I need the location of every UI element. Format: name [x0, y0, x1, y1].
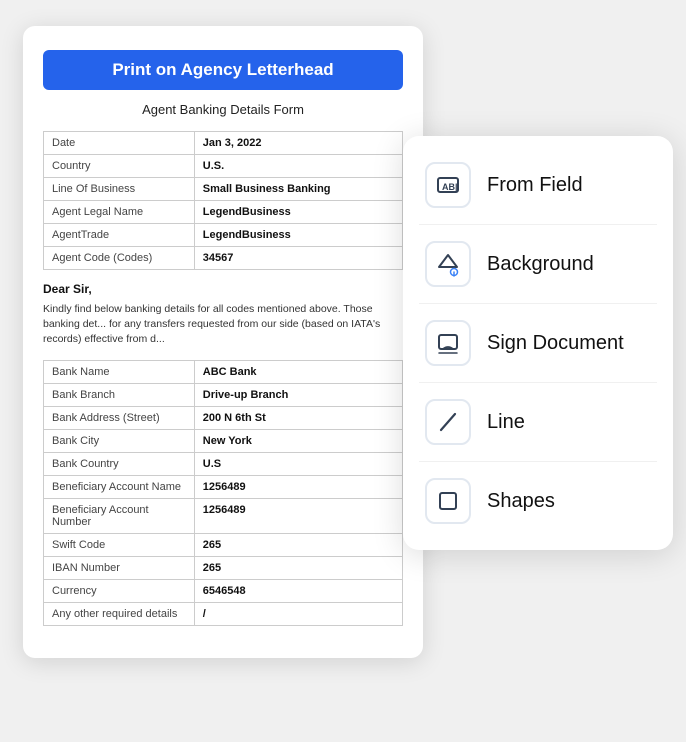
document-title-banner: Print on Agency Letterhead — [43, 50, 403, 90]
table-row: Agent Legal NameLegendBusiness — [44, 201, 403, 224]
table-row: Bank BranchDrive-up Branch — [44, 383, 403, 406]
top-table: DateJan 3, 2022CountryU.S.Line Of Busine… — [43, 131, 403, 270]
line-icon — [425, 399, 471, 445]
tool-divider — [419, 303, 657, 304]
tool-item-shapes[interactable]: Shapes — [403, 464, 673, 538]
table-row: Currency6546548 — [44, 579, 403, 602]
main-container: Print on Agency Letterhead Agent Banking… — [13, 16, 673, 726]
background-icon — [425, 241, 471, 287]
tool-label-shapes: Shapes — [487, 490, 555, 513]
shapes-icon — [425, 478, 471, 524]
sign-document-icon — [425, 320, 471, 366]
tools-panel: AB| From Field Background Sign Document … — [403, 136, 673, 550]
document-card: Print on Agency Letterhead Agent Banking… — [23, 26, 423, 658]
table-row: Bank CountryU.S — [44, 452, 403, 475]
table-row: IBAN Number265 — [44, 556, 403, 579]
tool-item-line[interactable]: Line — [403, 385, 673, 459]
tool-item-sign-document[interactable]: Sign Document — [403, 306, 673, 380]
tool-divider — [419, 382, 657, 383]
tool-divider — [419, 461, 657, 462]
table-row: Line Of BusinessSmall Business Banking — [44, 178, 403, 201]
tool-label-line: Line — [487, 411, 525, 434]
bottom-table: Bank NameABC BankBank BranchDrive-up Bra… — [43, 360, 403, 626]
table-row: Any other required details/ — [44, 602, 403, 625]
tool-item-background[interactable]: Background — [403, 227, 673, 301]
document-subtitle: Agent Banking Details Form — [43, 102, 403, 117]
from-field-icon: AB| — [425, 162, 471, 208]
table-row: Agent Code (Codes)34567 — [44, 247, 403, 270]
table-row: Bank Address (Street)200 N 6th St — [44, 406, 403, 429]
table-row: Beneficiary Account Name1256489 — [44, 475, 403, 498]
tool-label-background: Background — [487, 253, 594, 276]
table-row: CountryU.S. — [44, 155, 403, 178]
table-row: Bank CityNew York — [44, 429, 403, 452]
table-row: Beneficiary Account Number1256489 — [44, 498, 403, 533]
table-row: Bank NameABC Bank — [44, 360, 403, 383]
table-row: DateJan 3, 2022 — [44, 132, 403, 155]
salutation: Dear Sir, — [43, 282, 403, 296]
tool-item-from-field[interactable]: AB| From Field — [403, 148, 673, 222]
table-row: Swift Code265 — [44, 533, 403, 556]
tool-label-from-field: From Field — [487, 174, 583, 197]
tool-label-sign-document: Sign Document — [487, 332, 624, 355]
table-row: AgentTradeLegendBusiness — [44, 224, 403, 247]
body-text: Kindly find below banking details for al… — [43, 302, 403, 348]
svg-text:AB|: AB| — [442, 182, 458, 192]
tool-divider — [419, 224, 657, 225]
